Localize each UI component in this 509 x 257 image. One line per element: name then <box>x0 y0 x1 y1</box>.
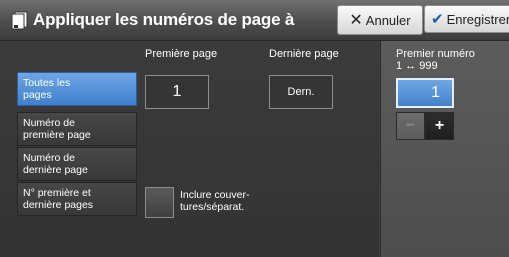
option-label-line1: N° première et <box>23 187 91 199</box>
page-number-icon <box>11 11 28 30</box>
option-label-line1: Numéro de <box>23 117 75 129</box>
include-covers-label: Inclure couver- tures/séparat. <box>180 189 249 213</box>
include-covers-line2: tures/séparat. <box>180 201 245 213</box>
option-label-line2: première page <box>23 129 91 141</box>
cancel-button[interactable]: ✕ Annuler <box>337 5 423 35</box>
save-label: Enregistrer <box>446 11 509 27</box>
start-number-label: Premier numéro <box>396 48 475 60</box>
check-icon: ✔ <box>431 11 444 28</box>
option-label-line2: dernière page <box>23 164 88 176</box>
option-label-line2: pages <box>23 89 52 101</box>
save-button[interactable]: ✔ Enregistrer <box>424 5 509 33</box>
option-first-page-number[interactable]: Numéro de première page <box>17 112 137 146</box>
first-page-label: Première page <box>145 48 218 60</box>
option-label-line1: Numéro de <box>23 152 75 164</box>
start-number-field[interactable]: 1 <box>396 78 454 108</box>
option-label-line2: dernière pages <box>23 199 94 211</box>
cancel-label: Annuler <box>365 12 411 28</box>
increment-button[interactable]: + <box>425 112 454 140</box>
option-label-line1: Toutes les <box>23 77 71 89</box>
start-number-range: 1 ↔ 999 <box>396 60 438 72</box>
title-bar: Appliquer les numéros de page à ✕ Annule… <box>0 0 509 41</box>
decrement-button[interactable]: − <box>396 112 425 140</box>
option-all-pages[interactable]: Toutes les pages <box>17 72 137 106</box>
last-page-field[interactable]: Dern. <box>269 75 333 109</box>
last-page-label: Dernière page <box>269 48 339 60</box>
option-first-and-last-pages[interactable]: N° première et dernière pages <box>17 182 137 216</box>
option-last-page-number[interactable]: Numéro de dernière page <box>17 147 137 181</box>
start-number-panel <box>380 41 509 257</box>
page-title: Appliquer les numéros de page à <box>33 10 295 29</box>
close-icon: ✕ <box>349 12 363 29</box>
include-covers-line1: Inclure couver- <box>180 189 250 201</box>
first-page-field[interactable]: 1 <box>145 75 209 109</box>
include-covers-checkbox[interactable] <box>145 187 174 218</box>
